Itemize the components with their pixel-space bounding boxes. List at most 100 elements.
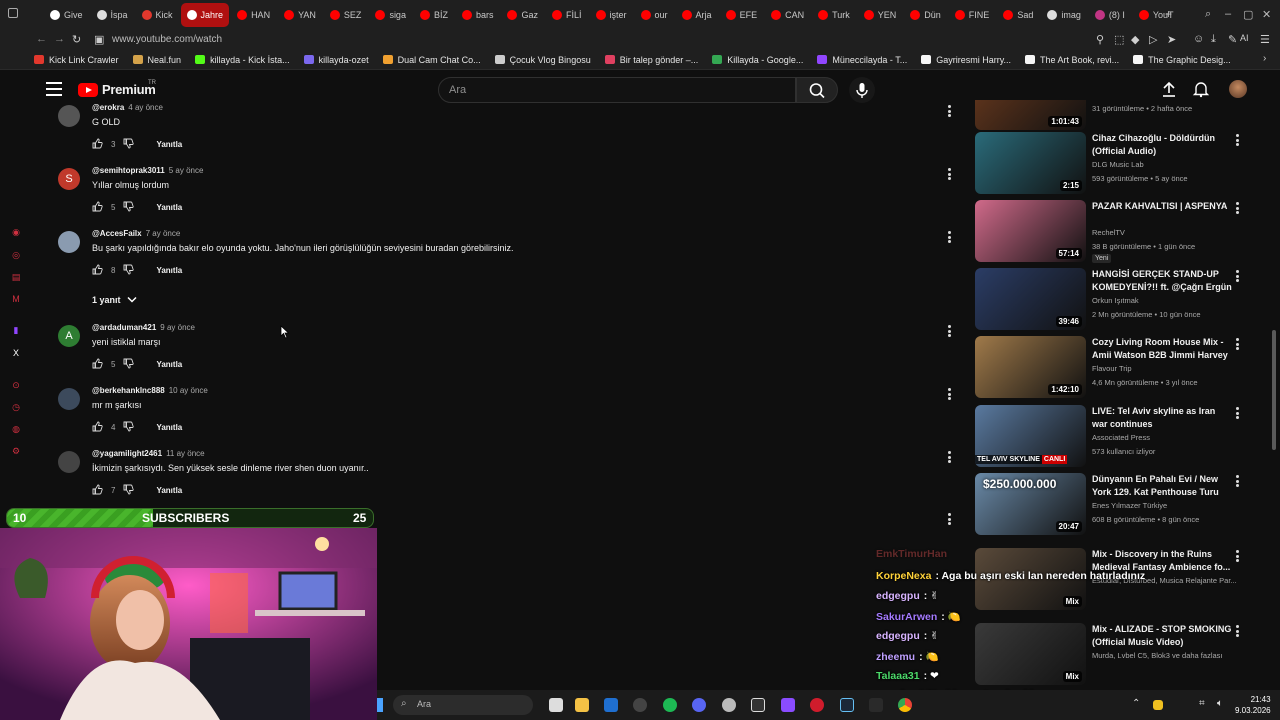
bookmark-item[interactable]: killayda - Kick İsta... (195, 55, 290, 65)
outlook-icon[interactable] (604, 698, 618, 712)
browser-tab[interactable]: FINE (949, 3, 996, 27)
history-icon[interactable]: ◷ (11, 402, 21, 412)
chrome-icon[interactable] (898, 698, 912, 712)
comment-author[interactable]: @ardaduman421 9 ay önce (92, 323, 195, 332)
upload-icon[interactable] (1160, 80, 1178, 98)
browser-tab[interactable]: Give (44, 3, 89, 27)
related-video[interactable]: TEL AVIV SKYLINE CANLI LIVE: Tel Aviv skyl… (975, 405, 1255, 469)
bookmark-item[interactable]: Gayriresmi Harry... (921, 55, 1011, 65)
browser-tab[interactable]: İspa (91, 3, 134, 27)
new-tab-icon[interactable]: + (1165, 7, 1172, 21)
bookmark-item[interactable]: Kick Link Crawler (34, 55, 119, 65)
comment-date[interactable]: 9 ay önce (160, 323, 195, 332)
video-more-button[interactable] (1236, 475, 1240, 487)
browser-tab[interactable]: Sad (997, 3, 1039, 27)
video-more-button[interactable] (1236, 270, 1240, 282)
commenter-avatar[interactable] (58, 231, 80, 253)
browser-tab[interactable]: FİLİ (546, 3, 588, 27)
start-icon[interactable] (377, 698, 383, 712)
comment-date[interactable]: 4 ay önce (128, 103, 163, 112)
send-icon[interactable]: ➤ (1167, 33, 1176, 46)
app-icon-2[interactable] (781, 698, 795, 712)
comment-more-button[interactable] (948, 105, 952, 117)
sidepanel-icon-3[interactable]: ▤ (11, 272, 21, 282)
browser-tab[interactable]: bars (456, 3, 500, 27)
notifications-bell-icon[interactable] (1192, 80, 1210, 98)
dislike-button[interactable] (123, 358, 135, 371)
bookmark-item[interactable]: Neal.fun (132, 55, 181, 65)
browser-tab[interactable]: siga (369, 3, 412, 27)
video-thumbnail[interactable]: $250.000.000 20:47 (975, 473, 1086, 535)
video-title[interactable]: HANGİSİ GERÇEK STAND-UP KOMEDYENİ?!! ft.… (1092, 268, 1232, 294)
comment-handle[interactable]: @erokra (92, 103, 124, 112)
settings-icon[interactable]: ⚙ (11, 446, 21, 456)
video-title[interactable]: LIVE: Tel Aviv skyline as Iran war conti… (1092, 405, 1232, 431)
browser-tab[interactable]: EFE (720, 3, 764, 27)
channel-name[interactable]: DLG Music Lab (1092, 160, 1144, 169)
comment-more-button[interactable] (948, 451, 952, 463)
reply-button[interactable]: Yanıtla (156, 203, 182, 212)
channel-name[interactable]: Orkun Işıtmak (1092, 296, 1139, 305)
dislike-button[interactable] (123, 201, 135, 214)
video-more-button[interactable] (1236, 202, 1240, 214)
reply-button[interactable]: Yanıtla (156, 486, 182, 495)
video-thumbnail[interactable]: 2:15 (975, 132, 1086, 194)
screenshot-icon[interactable]: ⬚ (1114, 33, 1124, 46)
account-avatar[interactable] (1229, 80, 1247, 98)
comment-more-button[interactable] (948, 513, 952, 525)
browser-tab[interactable]: Dün (904, 3, 947, 27)
steam-icon[interactable] (840, 698, 854, 712)
bookmark-item[interactable]: Müneccilayda - T... (817, 55, 907, 65)
browser-tab[interactable]: (8) I (1089, 3, 1131, 27)
related-video[interactable]: 1:01:43 31 görüntüleme • 2 hafta önce (975, 100, 1255, 130)
comment-author[interactable]: @semihtoprak3011 5 ay önce (92, 166, 203, 175)
dislike-button[interactable] (123, 421, 135, 434)
bookmark-item[interactable]: Çocuk Vlog Bingosu (494, 55, 591, 65)
forward-icon[interactable]: → (54, 33, 65, 45)
sidepanel-icon-6[interactable]: ◍ (11, 424, 21, 434)
comment-date[interactable]: 11 ay önce (166, 449, 205, 458)
comment-handle[interactable]: @AccesFailx (92, 229, 142, 238)
related-video[interactable]: $250.000.000 20:47 Dünyanın En Pahalı Evi … (975, 473, 1255, 537)
channel-name[interactable]: Associated Press (1092, 433, 1150, 442)
comment-author[interactable]: @berkehanklnc888 10 ay önce (92, 386, 208, 395)
shield-icon[interactable]: ◆ (1131, 33, 1139, 46)
replies-toggle[interactable]: 1 yanıt (92, 295, 137, 305)
browser-tab[interactable]: Turk (812, 3, 856, 27)
bookmark-item[interactable]: killayda-ozet (303, 55, 369, 65)
channel-name[interactable]: Enes Yılmazer Türkiye (1092, 501, 1167, 510)
commenter-avatar[interactable]: A (58, 325, 80, 347)
settings-gear-icon[interactable] (722, 698, 736, 712)
dislike-button[interactable] (123, 484, 135, 497)
browser-tab[interactable]: our (635, 3, 674, 27)
comment-date[interactable]: 5 ay önce (169, 166, 204, 175)
like-button[interactable] (92, 358, 103, 371)
tray-chevron-icon[interactable]: ⌃ (1132, 698, 1140, 709)
video-title[interactable]: Dünyanın En Pahalı Evi / New York 129. K… (1092, 473, 1232, 499)
x-icon[interactable]: X (11, 348, 21, 358)
close-icon[interactable]: ✕ (1262, 8, 1271, 21)
app-icon-1[interactable] (751, 698, 765, 712)
bookmark-item[interactable]: Dual Cam Chat Co... (382, 55, 481, 65)
dislike-button[interactable] (123, 138, 135, 151)
tray-app-icon[interactable] (1153, 700, 1163, 710)
discord-icon[interactable] (692, 698, 706, 712)
profile-icon[interactable]: ☺ (1193, 33, 1204, 45)
bookmark-item[interactable]: Killayda - Google... (712, 55, 803, 65)
video-thumbnail[interactable]: 1:01:43 (975, 100, 1086, 130)
video-more-button[interactable] (1236, 625, 1240, 637)
search-tabs-icon[interactable]: ⌕ (1205, 8, 1211, 21)
video-title[interactable]: Cihaz Cihazoğlu - Döldürdün (Official Au… (1092, 132, 1232, 158)
browser-tab[interactable]: HAN (231, 3, 276, 27)
bookmark-item[interactable]: Bir talep gönder –... (604, 55, 698, 65)
tab-menu-icon[interactable] (8, 8, 18, 18)
comment-more-button[interactable] (948, 168, 952, 180)
like-button[interactable] (92, 264, 103, 277)
browser-tab[interactable]: BİZ (414, 3, 454, 27)
commenter-avatar[interactable] (58, 388, 80, 410)
comment-more-button[interactable] (948, 231, 952, 243)
video-more-button[interactable] (1236, 134, 1240, 146)
comment-more-button[interactable] (948, 388, 952, 400)
browser-tab[interactable]: Jahre (180, 3, 230, 27)
network-icon[interactable]: ⌗ (1199, 698, 1205, 709)
